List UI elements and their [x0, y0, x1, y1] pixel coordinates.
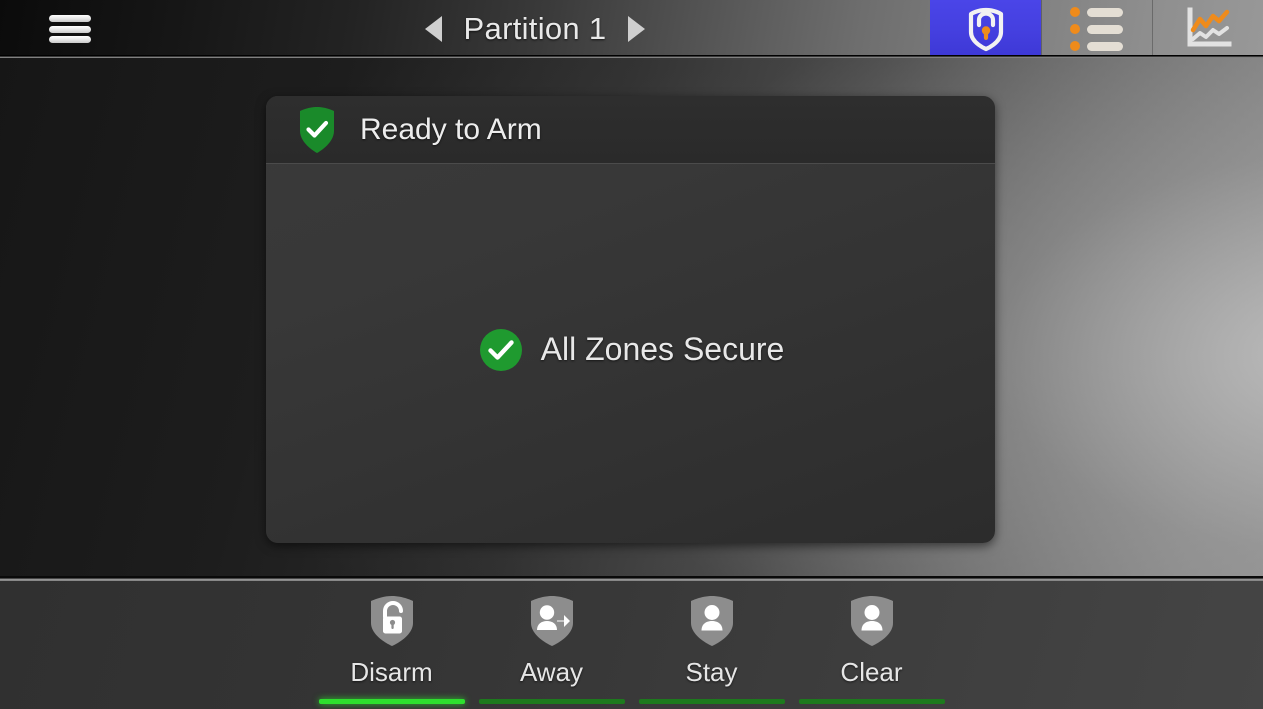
bullet-list-icon	[1070, 7, 1123, 51]
stay-button[interactable]: Stay	[632, 593, 792, 704]
status-panel-header: Ready to Arm	[266, 96, 995, 164]
chevron-right-icon[interactable]	[628, 16, 646, 42]
shield-person-away-icon	[530, 596, 573, 646]
disarm-underline	[318, 699, 465, 704]
menu-button-area	[0, 0, 140, 58]
stay-label: Stay	[685, 657, 738, 687]
list-row-1	[1070, 7, 1123, 17]
away-underline	[478, 699, 625, 704]
list-bar-2	[1087, 24, 1123, 34]
zone-status-message: All Zones Secure	[540, 331, 785, 367]
list-row-3	[1070, 41, 1123, 51]
action-button-group: Disarm Away Stay Clear	[0, 581, 1263, 704]
disarm-button[interactable]: Disarm	[312, 593, 472, 704]
list-bullet-1	[1070, 7, 1080, 17]
status-panel-body: All Zones Secure	[266, 164, 995, 543]
list-bar-3	[1087, 41, 1123, 51]
away-label: Away	[519, 657, 584, 687]
list-bullet-2	[1070, 24, 1080, 34]
hamburger-bar-1	[49, 15, 91, 22]
stay-underline	[638, 699, 785, 704]
status-panel: Ready to Arm All Zones Secure	[266, 96, 995, 543]
disarm-label: Disarm	[350, 657, 433, 687]
top-navigation-bar: Partition 1	[0, 0, 1263, 58]
hamburger-bar-3	[49, 36, 91, 43]
list-row-2	[1070, 24, 1123, 34]
circle-check-icon	[479, 328, 522, 371]
shield-person-icon	[850, 596, 893, 646]
partition-selector: Partition 1	[140, 0, 930, 58]
shield-check-icon	[300, 107, 334, 153]
away-button[interactable]: Away	[472, 593, 632, 704]
status-title: Ready to Arm	[360, 113, 542, 146]
line-chart-icon	[1187, 7, 1231, 47]
list-bullet-3	[1070, 41, 1080, 51]
chevron-left-icon[interactable]	[424, 16, 442, 42]
page-title: Partition 1	[463, 11, 607, 46]
zone-status-row: All Zones Secure	[477, 326, 785, 374]
clear-label: Clear	[840, 657, 903, 687]
list-bar-1	[1087, 7, 1123, 17]
hamburger-menu-icon[interactable]	[49, 15, 91, 43]
shield-unlocked-icon	[370, 596, 413, 646]
action-bar: Disarm Away Stay Clear	[0, 581, 1263, 709]
shield-person-icon	[690, 596, 733, 646]
analytics-tab[interactable]	[1152, 0, 1263, 58]
clear-underline	[798, 699, 945, 704]
list-tab[interactable]	[1041, 0, 1152, 58]
security-panel-screen: Partition 1 Ready to Arm All Zones Secur…	[0, 0, 1263, 709]
security-tab[interactable]	[930, 0, 1041, 58]
shield-lock-icon	[968, 7, 1003, 52]
clear-button[interactable]: Clear	[792, 593, 952, 704]
top-tab-group	[930, 0, 1263, 58]
hamburger-bar-2	[49, 25, 91, 33]
